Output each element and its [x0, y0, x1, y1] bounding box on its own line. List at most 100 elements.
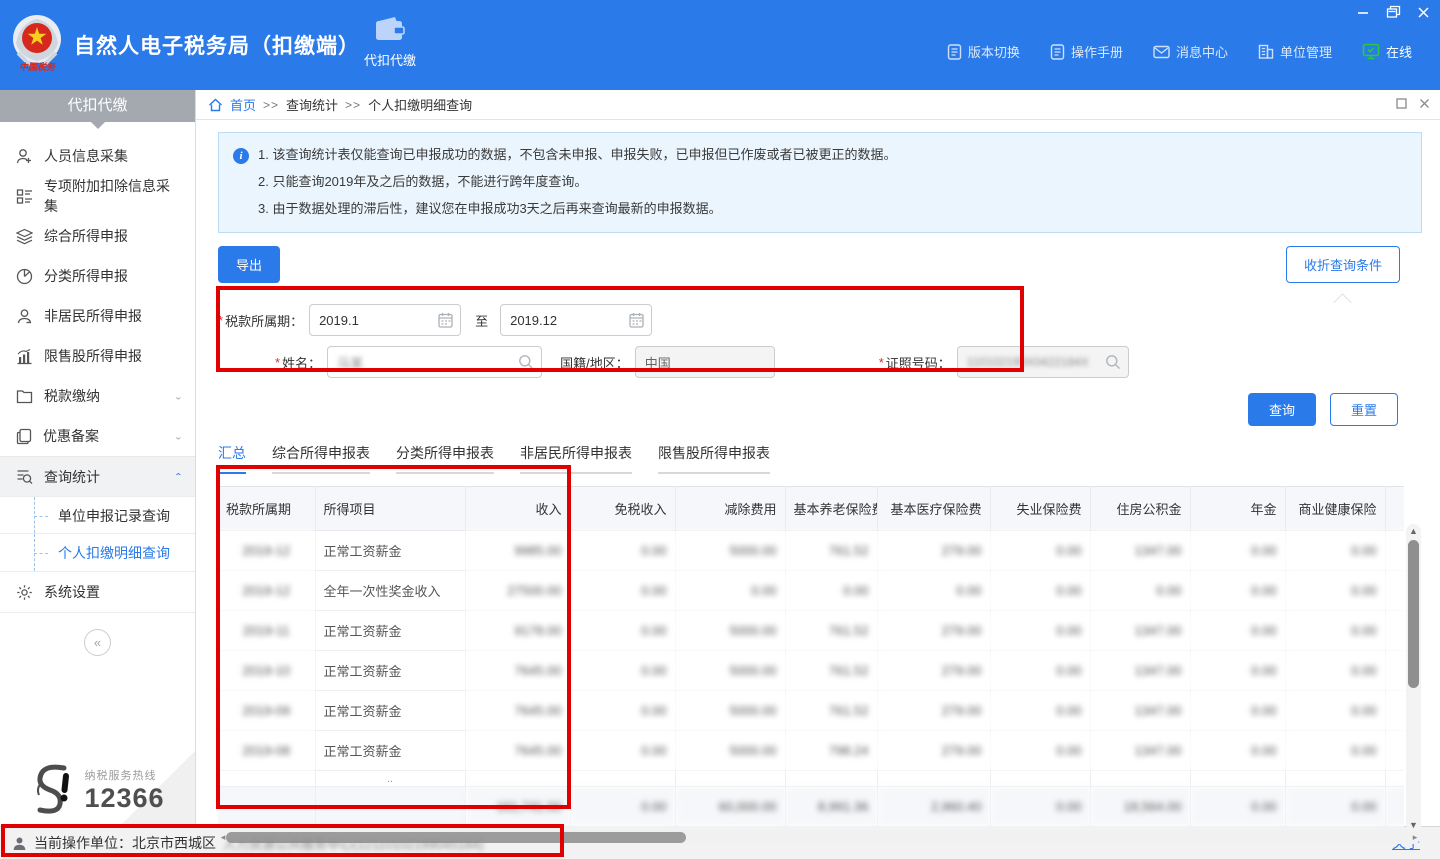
- table-row[interactable]: 2019-10正常工资薪金7645.000.005000.00761.52279…: [218, 651, 1404, 691]
- table-cell: 0.00: [570, 731, 675, 771]
- column-header: 税款所属期: [218, 487, 315, 531]
- submenu-item-unit-declaration-query[interactable]: 单位申报记录查询: [0, 496, 195, 534]
- table-cell: 18,564.00: [1090, 787, 1190, 827]
- export-button[interactable]: 导出: [218, 246, 280, 283]
- sidebar-item-special-deduction[interactable]: 专项附加扣除信息采集: [0, 176, 195, 216]
- tab-限售股所得申报表[interactable]: 限售股所得申报表: [658, 443, 770, 474]
- scroll-down-arrow[interactable]: ▼: [1406, 818, 1421, 832]
- tab-daikou-daijiao[interactable]: 代扣代缴: [352, 16, 428, 69]
- table-cell: 正常工资薪金: [315, 651, 465, 691]
- period-to-input[interactable]: 2019.12: [500, 304, 652, 336]
- sidebar-menu: 人员信息采集 专项附加扣除信息采集 综合所得申报 分类所得申报 非居民所得申报: [0, 136, 195, 666]
- table-cell: 0.00: [1385, 651, 1404, 691]
- restore-icon[interactable]: [1386, 5, 1401, 19]
- home-icon[interactable]: [208, 98, 223, 112]
- sidebar-item-label: 非居民所得申报: [44, 306, 142, 326]
- table-cell: 0.00: [1190, 731, 1285, 771]
- table-cell: 0.00: [1385, 691, 1404, 731]
- table-cell: 0.00: [1385, 571, 1404, 611]
- table-cell: 0.00: [1285, 651, 1385, 691]
- hotline-number: 12366: [84, 783, 164, 814]
- table-row[interactable]: 2019-11正常工资薪金9178.000.005000.00761.52279…: [218, 611, 1404, 651]
- sidebar-item-query-statistics[interactable]: 查询统计 ⌃: [0, 456, 195, 496]
- notice-box: i 1. 该查询统计表仅能查询已申报成功的数据，不包含未申报、申报失败，已申报但…: [218, 132, 1422, 233]
- table-cell: 0.00: [1190, 611, 1285, 651]
- table-row[interactable]: 2019-12全年一次性奖金收入27500.000.000.000.000.00…: [218, 571, 1404, 611]
- sidebar-item-nonresident-income[interactable]: 非居民所得申报: [0, 296, 195, 336]
- online-monitor-check-icon: [1362, 43, 1380, 60]
- scroll-right-arrow[interactable]: ▸: [1410, 831, 1420, 844]
- tab-综合所得申报表[interactable]: 综合所得申报表: [272, 443, 370, 474]
- current-unit-masked: 人力资源公共服务中心(12110102199045184): [223, 834, 484, 853]
- breadcrumb-home[interactable]: 首页: [230, 95, 256, 114]
- period-from-input[interactable]: 2019.1: [309, 304, 461, 336]
- reset-button[interactable]: 重置: [1330, 393, 1398, 426]
- table-cell: 0.00: [1190, 531, 1285, 571]
- table-cell: 5000.00: [675, 611, 785, 651]
- result-table-zone: 税款所属期所得项目收入免税收入减除费用基本养老保险费基本医疗保险费失业保险费住房…: [218, 486, 1404, 827]
- sidebar-item-comprehensive-income[interactable]: 综合所得申报: [0, 216, 195, 256]
- collapse-conditions-button[interactable]: 收折查询条件: [1286, 246, 1400, 283]
- table-cell: 0.00: [1285, 611, 1385, 651]
- table-cell: 5000.00: [675, 531, 785, 571]
- table-cell: 0.00: [1285, 787, 1385, 827]
- sidebar-item-classified-income[interactable]: 分类所得申报: [0, 256, 195, 296]
- message-center-button[interactable]: 消息中心: [1153, 42, 1228, 61]
- submenu-item-personal-withholding-detail-query[interactable]: 个人扣缴明细查询: [0, 534, 195, 572]
- sidebar-item-system-settings[interactable]: 系统设置: [0, 572, 195, 612]
- minimize-icon[interactable]: [1356, 5, 1370, 19]
- id-number-input[interactable]: 110102199X0422184X: [957, 346, 1129, 378]
- notice-line: 3. 由于数据处理的滞后性，建议您在申报成功3天之后再来查询最新的申报数据。: [258, 195, 896, 222]
- sidebar-item-tax-payment[interactable]: 税款缴纳 ⌄: [0, 376, 195, 416]
- table-cell: 60,000.00: [675, 787, 785, 827]
- table-row[interactable]: 2019-09正常工资薪金7645.000.005000.00761.52279…: [218, 691, 1404, 731]
- unit-management-button[interactable]: 单位管理: [1258, 42, 1332, 61]
- table-cell: 0.00: [1285, 731, 1385, 771]
- user-plus-icon: [16, 148, 33, 165]
- tab-非居民所得申报表[interactable]: 非居民所得申报表: [520, 443, 632, 474]
- sidebar-item-restricted-shares[interactable]: 限售股所得申报: [0, 336, 195, 376]
- table-cell: 0.00: [570, 787, 675, 827]
- notice-line: 2. 只能查询2019年及之后的数据，不能进行跨年度查询。: [258, 168, 896, 195]
- close-panel-icon[interactable]: [1419, 98, 1430, 109]
- online-status[interactable]: 在线: [1362, 42, 1412, 61]
- app-window: 中国税务 自然人电子税务局（扣缴端） 代扣代缴 版本切换 操作手册 消息中心: [0, 0, 1440, 859]
- table-row[interactable]: 2019-12正常工资薪金9985.000.005000.00761.52279…: [218, 531, 1404, 571]
- query-button[interactable]: 查询: [1248, 393, 1316, 426]
- name-input[interactable]: 马某: [327, 346, 542, 378]
- table-row[interactable]: 2019-08正常工资薪金7645.000.005000.00798.24279…: [218, 731, 1404, 771]
- sidebar-item-personnel-info[interactable]: 人员信息采集: [0, 136, 195, 176]
- id-number-label: 证照号码：: [886, 353, 951, 372]
- search-icon[interactable]: [1105, 354, 1121, 370]
- filter-form: * 税款所属期： 2019.1 至 2019.12: [218, 304, 1422, 378]
- table-cell: 1347.00: [1090, 531, 1190, 571]
- query-statistics-submenu: 单位申报记录查询 个人扣缴明细查询: [0, 496, 195, 572]
- calendar-icon[interactable]: [438, 312, 453, 328]
- manual-label: 操作手册: [1071, 42, 1123, 61]
- toolbar: 导出 收折查询条件: [218, 246, 1422, 283]
- table-cell: 761.52: [785, 691, 877, 731]
- table-cell: 5000.00: [675, 651, 785, 691]
- folder-icon: [16, 389, 33, 404]
- sidebar-item-preferential-filing[interactable]: 优惠备案 ⌄: [0, 416, 195, 456]
- scroll-up-arrow[interactable]: ▲: [1406, 524, 1421, 538]
- user-icon: [12, 836, 27, 851]
- table-cell: [877, 771, 990, 787]
- tab-分类所得申报表[interactable]: 分类所得申报表: [396, 443, 494, 474]
- close-icon[interactable]: [1417, 6, 1430, 19]
- column-header: 税: [1385, 487, 1404, 531]
- period-from-value: 2019.1: [319, 313, 359, 328]
- tab-汇总[interactable]: 汇总: [218, 443, 246, 474]
- calendar-icon[interactable]: [629, 312, 644, 328]
- sidebar-header: 代扣代缴: [0, 90, 195, 122]
- vertical-scrollbar[interactable]: ▲ ▼: [1406, 524, 1421, 832]
- table-cell: [1090, 771, 1190, 787]
- maximize-panel-icon[interactable]: [1396, 98, 1407, 109]
- sidebar-collapse-button[interactable]: «: [84, 629, 111, 656]
- version-switch-button[interactable]: 版本切换: [947, 42, 1020, 61]
- vertical-scroll-thumb[interactable]: [1408, 540, 1419, 688]
- search-icon[interactable]: [518, 354, 534, 370]
- table-cell: 0.00: [1385, 531, 1404, 571]
- manual-button[interactable]: 操作手册: [1050, 42, 1123, 61]
- notice-lines: 1. 该查询统计表仅能查询已申报成功的数据，不包含未申报、申报失败，已申报但已作…: [258, 141, 896, 222]
